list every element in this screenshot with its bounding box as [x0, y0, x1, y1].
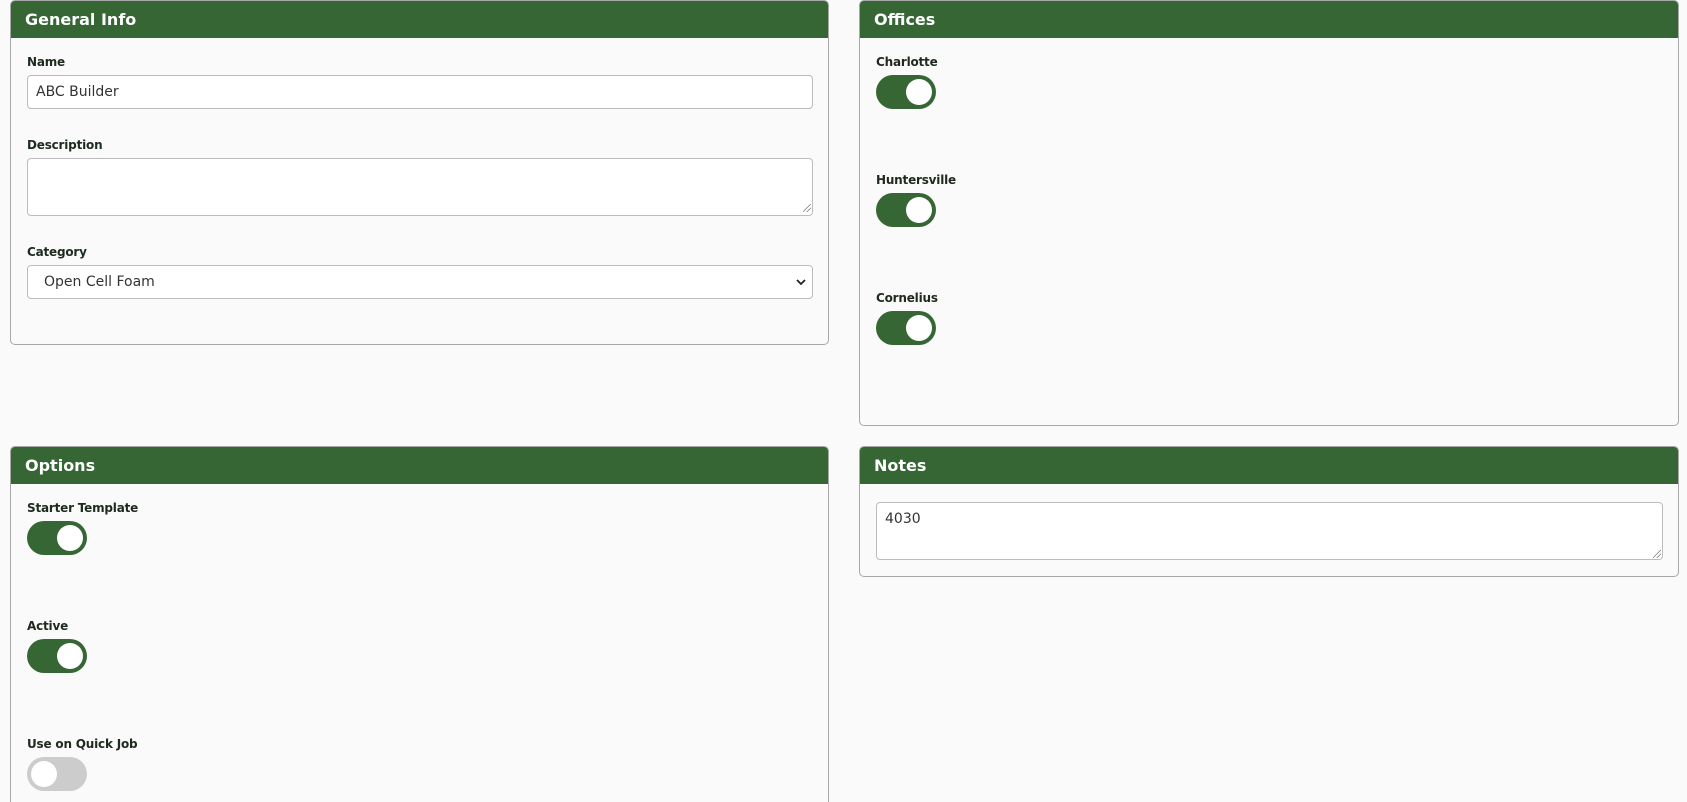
- notes-textarea[interactable]: 4030: [876, 502, 1663, 560]
- option-label-active: Active: [27, 619, 69, 633]
- offices-header: Offices: [860, 1, 1678, 38]
- notes-card: Notes 4030: [859, 446, 1679, 577]
- office-toggle-cornelius[interactable]: [876, 311, 936, 345]
- page: General Info Name ABC Builder Descriptio…: [0, 0, 1687, 802]
- toggle-knob: [906, 197, 932, 223]
- general-info-header: General Info: [11, 1, 828, 38]
- toggle-knob: [906, 315, 932, 341]
- name-input[interactable]: ABC Builder: [27, 75, 813, 109]
- use-on-quick-job-toggle[interactable]: [27, 757, 87, 791]
- description-textarea[interactable]: [27, 158, 813, 216]
- active-toggle[interactable]: [27, 639, 87, 673]
- notes-header: Notes: [860, 447, 1678, 484]
- offices-card: Offices Charlotte Huntersville Cornelius: [859, 0, 1679, 426]
- office-label-charlotte: Charlotte: [876, 55, 938, 69]
- starter-template-toggle[interactable]: [27, 521, 87, 555]
- office-toggle-huntersville[interactable]: [876, 193, 936, 227]
- office-label-cornelius: Cornelius: [876, 291, 938, 305]
- toggle-knob: [57, 525, 83, 551]
- category-select[interactable]: Open Cell Foam: [27, 265, 813, 299]
- options-card: Options Starter Template Active Use on Q…: [10, 446, 829, 802]
- toggle-knob: [31, 761, 57, 787]
- toggle-knob: [57, 643, 83, 669]
- office-label-huntersville: Huntersville: [876, 173, 956, 187]
- office-toggle-charlotte[interactable]: [876, 75, 936, 109]
- category-selected-value: Open Cell Foam: [44, 274, 155, 290]
- options-header: Options: [11, 447, 828, 484]
- category-label: Category: [27, 245, 87, 259]
- option-label-use-on-quick-job: Use on Quick Job: [27, 737, 138, 751]
- description-label: Description: [27, 138, 103, 152]
- option-label-starter-template: Starter Template: [27, 501, 139, 515]
- chevron-down-icon: [796, 279, 806, 286]
- toggle-knob: [906, 79, 932, 105]
- name-label: Name: [27, 55, 65, 69]
- general-info-card: General Info Name ABC Builder Descriptio…: [10, 0, 829, 345]
